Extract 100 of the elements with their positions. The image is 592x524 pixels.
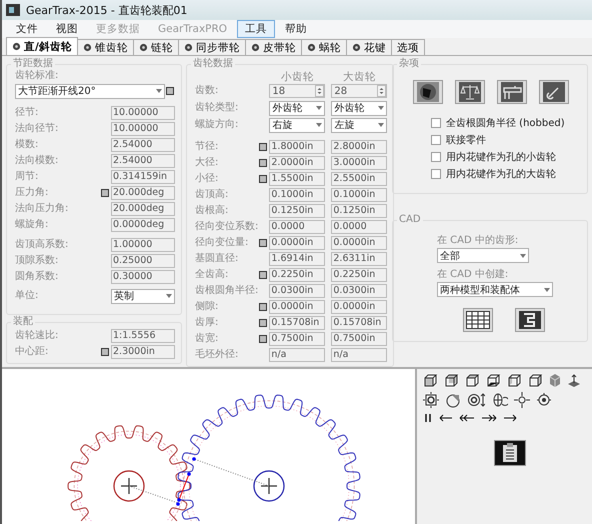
value-field[interactable]: 0.1000in [269, 188, 326, 202]
value-field[interactable]: 0.7500in [269, 332, 326, 346]
value-field[interactable]: 0.0000 [269, 220, 326, 234]
value-field[interactable]: 0.7500in [331, 332, 388, 346]
dropdown-select[interactable]: 左旋 [331, 118, 388, 132]
lock-checkbox[interactable] [259, 270, 268, 278]
lock-checkbox[interactable] [259, 238, 268, 246]
value-field[interactable]: 0.1250in [331, 204, 388, 218]
tab[interactable]: 链轮 [132, 39, 179, 55]
value-field[interactable]: 0.2250in [269, 268, 326, 282]
value-field[interactable]: 1.5500in [269, 172, 326, 186]
value-field[interactable]: 10.00000 [111, 122, 175, 136]
value-field[interactable]: 1.6914in [269, 252, 326, 266]
lock-checkbox[interactable] [259, 318, 268, 326]
value-field[interactable]: 0.2250in [331, 268, 388, 282]
value-field[interactable]: 0.0000deg [111, 218, 175, 232]
pan-icon[interactable] [514, 392, 530, 408]
standard-select[interactable]: 大节距渐开线20° [15, 84, 165, 98]
report-button[interactable] [494, 440, 526, 466]
step-forward-icon[interactable] [503, 412, 517, 424]
pause-icon[interactable] [423, 412, 433, 424]
value-field[interactable]: n/a [269, 348, 326, 362]
value-field[interactable]: 2.0000in [269, 156, 326, 170]
top-view-icon[interactable] [465, 373, 480, 388]
orbit-icon[interactable] [536, 392, 552, 408]
unit-select[interactable]: 英制 [111, 288, 175, 304]
value-field[interactable]: 0.25000 [111, 254, 175, 268]
value-field[interactable]: 0.0000in [331, 236, 388, 250]
value-field[interactable]: 0.15708in [269, 316, 326, 330]
value-field[interactable]: 0.314159in [111, 170, 175, 184]
value-field[interactable]: 3.0000in [331, 156, 388, 170]
rewind-icon[interactable] [459, 412, 475, 424]
bottom-view-icon[interactable] [486, 373, 501, 388]
value-field[interactable]: 0.1250in [269, 204, 326, 218]
zoom-window-icon[interactable] [445, 392, 461, 408]
zoom-fit-icon[interactable] [423, 392, 439, 408]
value-field[interactable]: 1.00000 [111, 238, 175, 252]
left-view-icon[interactable] [507, 373, 522, 388]
menu-item[interactable]: 文件 [8, 20, 46, 38]
tab[interactable]: 花键 [346, 39, 392, 55]
menu-item[interactable]: 工具 [237, 20, 276, 38]
front-view-icon[interactable] [423, 373, 438, 388]
value-field[interactable]: 20.000deg [111, 202, 175, 216]
lock-checkbox[interactable] [259, 334, 268, 342]
dropdown-select[interactable]: 全部 [437, 248, 529, 263]
value-field[interactable]: 20.000deg [111, 186, 175, 200]
value-field[interactable]: 10.00000 [111, 106, 175, 120]
value-field[interactable]: 2.8000in [331, 140, 388, 154]
drawing-button[interactable] [515, 308, 545, 332]
dropdown-select[interactable]: 两种模型和装配体 [437, 282, 553, 297]
dropdown-select[interactable]: 右旋 [269, 118, 326, 132]
shaded-cube-icon[interactable] [549, 373, 561, 388]
checkbox[interactable] [431, 152, 441, 162]
back-view-icon[interactable] [444, 373, 459, 388]
lock-checkbox[interactable] [101, 348, 109, 356]
tab[interactable]: 锥齿轮 [76, 39, 134, 55]
table-button[interactable] [463, 308, 493, 332]
value-field[interactable]: 0.0300in [331, 284, 388, 298]
tab[interactable]: 选项 [390, 39, 425, 55]
dropdown-select[interactable]: 外齿轮 [331, 100, 388, 116]
checkbox[interactable] [431, 169, 441, 179]
checkbox[interactable] [431, 135, 441, 145]
caliper-button[interactable] [497, 80, 527, 104]
lock-checkbox[interactable] [101, 188, 109, 196]
value-field[interactable]: 0.15708in [331, 316, 388, 330]
value-field[interactable]: 0.1000in [331, 188, 388, 202]
value-field[interactable]: 2.5500in [331, 172, 388, 186]
value-field[interactable]: 0.30000 [111, 270, 175, 284]
number-spinner[interactable]: 18 [269, 84, 326, 98]
menu-item[interactable]: 帮助 [277, 20, 316, 38]
tab[interactable]: 同步带轮 [178, 39, 246, 55]
menu-item[interactable]: 视图 [48, 20, 86, 38]
lock-checkbox[interactable] [259, 174, 268, 182]
lock-checkbox[interactable] [259, 302, 268, 310]
lock-checkbox[interactable] [259, 158, 268, 166]
value-field[interactable]: 0.0300in [269, 284, 326, 298]
value-field[interactable]: 1.8000in [269, 140, 326, 154]
value-field[interactable]: 0.0000 [331, 220, 388, 234]
rotate-icon[interactable] [491, 392, 508, 408]
tab[interactable]: 皮带轮 [244, 39, 302, 55]
zoom-icon[interactable] [467, 392, 485, 408]
dropdown-select[interactable]: 外齿轮 [269, 100, 326, 116]
plane-arrow-icon[interactable] [567, 373, 581, 388]
lock-checkbox[interactable] [166, 87, 174, 95]
fast-forward-icon[interactable] [481, 412, 497, 424]
lock-checkbox[interactable] [259, 142, 268, 150]
value-field[interactable]: 0.0000in [331, 300, 388, 314]
wrench-button[interactable] [539, 80, 569, 104]
tab[interactable]: 直/斜齿轮 [6, 37, 78, 55]
value-field[interactable]: 0.0000in [269, 236, 326, 250]
value-field[interactable]: 2.6311in [331, 252, 388, 266]
tab[interactable]: 蜗轮 [300, 39, 347, 55]
balance-button[interactable] [455, 80, 485, 104]
number-spinner[interactable]: 28 [331, 84, 388, 98]
value-field[interactable]: n/a [331, 348, 388, 362]
right-view-icon[interactable] [528, 373, 543, 388]
value-field[interactable]: 1:1.5556 [111, 328, 175, 342]
value-field[interactable]: 2.3000in [111, 344, 175, 358]
checkbox[interactable] [431, 118, 441, 128]
step-back-icon[interactable] [439, 412, 453, 424]
